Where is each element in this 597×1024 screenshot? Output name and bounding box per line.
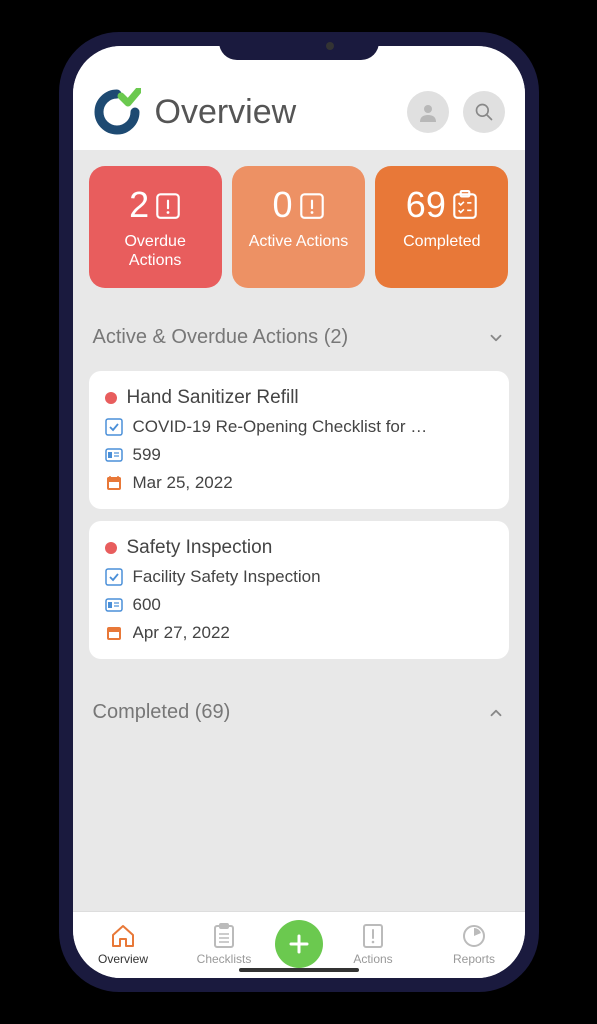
stat-completed-label: Completed [383,232,500,251]
profile-button[interactable] [407,91,449,133]
section-active-overdue-title: Active & Overdue Actions (2) [93,326,349,349]
stats-row: 2 Overdue Actions 0 [89,166,509,288]
stat-overdue-label: Overdue Actions [97,232,214,270]
status-dot-icon [105,542,117,554]
action-id: 599 [133,445,161,465]
reports-icon [460,922,488,950]
home-icon [109,922,137,950]
stat-active-label: Active Actions [240,232,357,251]
section-active-overdue-header[interactable]: Active & Overdue Actions (2) [89,318,509,357]
nav-overview[interactable]: Overview [73,922,174,966]
stat-completed[interactable]: 69 Completed [375,166,508,288]
status-dot-icon [105,392,117,404]
action-title: Safety Inspection [127,537,273,559]
alert-icon [155,190,181,220]
plus-icon [287,932,311,956]
content-area: 2 Overdue Actions 0 [73,150,525,911]
app-logo [93,88,141,136]
stat-completed-count: 69 [406,184,446,226]
add-button[interactable] [275,920,323,968]
checklist-icon [210,922,238,950]
page-title: Overview [155,93,393,132]
search-icon [474,102,494,122]
action-checklist: COVID-19 Re-Opening Checklist for … [133,417,428,437]
action-checklist: Facility Safety Inspection [133,567,321,587]
app-header: Overview [73,46,525,150]
nav-checklists[interactable]: Checklists [174,922,275,966]
action-card[interactable]: Hand Sanitizer Refill COVID-19 Re-Openin… [89,371,509,509]
alert-icon [299,190,325,220]
calendar-icon [105,624,123,642]
stat-active[interactable]: 0 Active Actions [232,166,365,288]
actions-icon [359,922,387,950]
nav-reports[interactable]: Reports [424,922,525,966]
profile-icon [416,100,440,124]
id-icon [105,446,123,464]
nav-overview-label: Overview [98,952,148,966]
phone-screen: Overview [73,46,525,978]
section-completed-title: Completed (69) [93,701,231,724]
search-button[interactable] [463,91,505,133]
phone-frame: Overview [59,32,539,992]
action-card[interactable]: Safety Inspection Facility Safety Inspec… [89,521,509,659]
nav-checklists-label: Checklists [197,952,252,966]
action-id: 600 [133,595,161,615]
calendar-icon [105,474,123,492]
checkbox-icon [105,568,123,586]
checklist-icon [452,190,478,220]
checkbox-icon [105,418,123,436]
id-icon [105,596,123,614]
action-date: Apr 27, 2022 [133,623,230,643]
nav-actions-label: Actions [353,952,392,966]
section-completed-header[interactable]: Completed (69) [89,693,509,732]
home-indicator [239,968,359,972]
stat-active-count: 0 [272,184,292,226]
chevron-up-icon [487,704,505,722]
stat-overdue-count: 2 [129,184,149,226]
nav-reports-label: Reports [453,952,495,966]
phone-notch [219,32,379,60]
stat-overdue[interactable]: 2 Overdue Actions [89,166,222,288]
chevron-down-icon [487,329,505,347]
nav-actions[interactable]: Actions [323,922,424,966]
action-date: Mar 25, 2022 [133,473,233,493]
action-title: Hand Sanitizer Refill [127,387,299,409]
